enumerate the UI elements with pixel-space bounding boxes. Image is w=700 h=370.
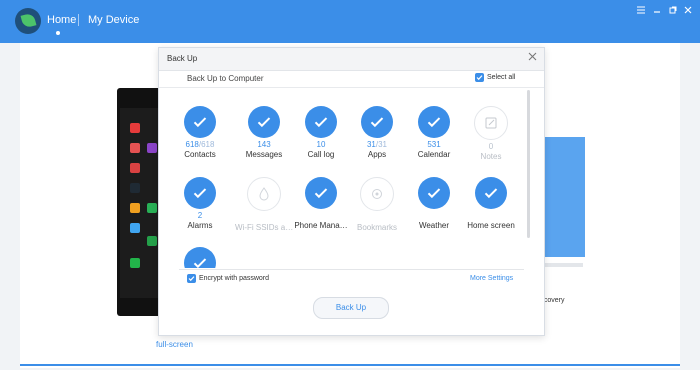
backup-items-grid: 618/618 Contacts 143 Messages 10 Call lo… xyxy=(171,93,529,268)
backup-item-alarms[interactable]: 2 Alarms xyxy=(171,177,229,230)
nav-home[interactable]: Home xyxy=(47,14,76,26)
weather-check-icon[interactable] xyxy=(418,177,450,209)
backup-item-wifi-ssids[interactable]: Wi-Fi SSIDs a… xyxy=(235,177,293,232)
nav-my-device[interactable]: My Device xyxy=(88,14,139,26)
more-settings-link[interactable]: More Settings xyxy=(470,275,513,282)
bookmarks-label: Bookmarks xyxy=(356,223,397,232)
notes-label: Notes xyxy=(480,152,502,161)
minimize-icon[interactable] xyxy=(651,5,663,17)
apps-total: 31 xyxy=(378,140,388,149)
weather-label: Weather xyxy=(418,221,450,230)
dialog-title: Back Up xyxy=(167,54,198,63)
phone-app-icon xyxy=(130,143,140,153)
nav-separator xyxy=(78,14,79,26)
wifi-ssids-label: Wi-Fi SSIDs a… xyxy=(235,223,293,232)
phone-app-icon xyxy=(130,183,140,193)
contacts-total: 618 xyxy=(201,140,215,149)
contacts-check-icon[interactable] xyxy=(184,106,216,138)
alarms-check-icon[interactable] xyxy=(184,177,216,209)
backup-item-contacts[interactable]: 618/618 Contacts xyxy=(171,106,229,159)
restore-icon[interactable] xyxy=(667,5,679,17)
messages-check-icon[interactable] xyxy=(248,106,280,138)
footer-divider xyxy=(179,269,524,270)
home-screen-check-icon[interactable] xyxy=(475,177,507,209)
phone-preview xyxy=(117,88,161,316)
phone-screen xyxy=(120,108,158,298)
backup-item-call-log[interactable]: 10 Call log xyxy=(292,106,350,159)
active-nav-indicator xyxy=(56,31,60,35)
calendar-check-icon[interactable] xyxy=(418,106,450,138)
side-progress-bar xyxy=(540,263,583,267)
apps-label: Apps xyxy=(367,150,387,159)
phone-app-icon xyxy=(130,223,140,233)
encrypt-label[interactable]: Encrypt with password xyxy=(199,275,269,282)
phone-app-icon xyxy=(130,203,140,213)
top-bar: Home My Device xyxy=(0,0,700,43)
backup-item-bookmarks[interactable]: Bookmarks xyxy=(348,177,406,232)
backup-item-home-screen[interactable]: Home screen xyxy=(462,177,520,230)
phone-app-icon xyxy=(147,236,157,246)
back-up-button[interactable]: Back Up xyxy=(313,297,389,319)
phone-app-icon xyxy=(130,123,140,133)
phone-app-icon xyxy=(147,143,157,153)
backup-item-messages[interactable]: 143 Messages xyxy=(235,106,293,159)
select-all-label[interactable]: Select all xyxy=(487,74,515,81)
backup-item-extra[interactable] xyxy=(171,247,229,268)
side-card xyxy=(540,137,585,257)
calendar-count: 531 xyxy=(427,140,441,149)
fullscreen-hint: full-screen xyxy=(156,340,193,349)
backup-item-weather[interactable]: Weather xyxy=(405,177,463,230)
backup-item-apps[interactable]: 31/31 Apps xyxy=(348,106,406,159)
apps-check-icon[interactable] xyxy=(361,106,393,138)
wifi-ssids-icon[interactable] xyxy=(247,177,281,211)
backup-dialog: Back Up Back Up to Computer Select all 6… xyxy=(158,47,545,336)
close-icon[interactable] xyxy=(682,5,694,17)
call-log-label: Call log xyxy=(307,150,335,159)
section-title: Back Up to Computer xyxy=(187,74,264,83)
messages-label: Messages xyxy=(245,150,283,159)
dialog-close-icon[interactable] xyxy=(528,52,537,64)
calendar-label: Calendar xyxy=(417,150,451,159)
phone-manager-check-icon[interactable] xyxy=(305,177,337,209)
dialog-header: Back Up xyxy=(159,48,544,71)
backup-item-phone-manager[interactable]: Phone Mana… xyxy=(292,177,350,230)
dialog-scrollbar[interactable] xyxy=(527,90,530,238)
bookmarks-icon[interactable] xyxy=(360,177,394,211)
backup-item-calendar[interactable]: 531 Calendar xyxy=(405,106,463,159)
messages-count: 143 xyxy=(257,140,271,149)
call-log-count: 10 xyxy=(316,140,326,149)
apps-count: 31 xyxy=(366,140,376,149)
notes-count: 0 xyxy=(488,142,494,151)
dialog-divider xyxy=(159,87,544,88)
encrypt-checkbox[interactable] xyxy=(187,274,196,283)
extra-check-icon[interactable] xyxy=(184,247,216,268)
contacts-count: 618 xyxy=(185,140,199,149)
app-logo xyxy=(15,8,41,34)
notes-icon[interactable] xyxy=(474,106,508,140)
call-log-check-icon[interactable] xyxy=(305,106,337,138)
menu-icon[interactable] xyxy=(635,5,647,17)
backup-item-notes[interactable]: 0 Notes xyxy=(462,106,520,161)
phone-manager-label: Phone Mana… xyxy=(294,221,348,230)
phone-app-icon xyxy=(130,163,140,173)
phone-app-icon xyxy=(130,258,140,268)
bottom-accent-line xyxy=(20,364,680,366)
phone-app-icon xyxy=(147,203,157,213)
alarms-count: 2 xyxy=(197,211,203,220)
select-all-checkbox[interactable] xyxy=(475,73,484,82)
home-screen-label: Home screen xyxy=(467,221,515,230)
contacts-label: Contacts xyxy=(184,150,216,159)
alarms-label: Alarms xyxy=(187,221,213,230)
